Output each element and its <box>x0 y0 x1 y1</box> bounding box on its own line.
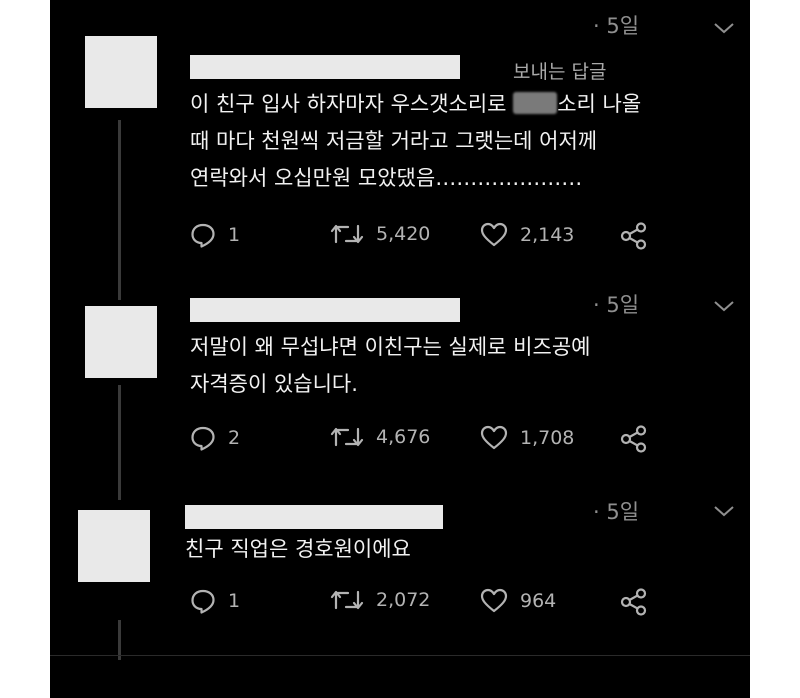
share-button[interactable] <box>620 588 660 616</box>
share-icon <box>620 425 647 453</box>
avatar[interactable] <box>85 306 157 378</box>
avatar[interactable] <box>85 36 157 108</box>
tweet-text-line: 이 친구 입사 하자마자 우스갯소리로 <box>190 92 514 116</box>
retweet-icon <box>330 590 364 610</box>
reply-button[interactable]: 1 <box>190 222 240 248</box>
tweet-actions: 1 2,072 964 <box>190 588 710 618</box>
reply-icon <box>191 223 215 248</box>
reply-button[interactable]: 1 <box>190 588 240 614</box>
retweet-icon <box>330 224 364 244</box>
tweet-timestamp[interactable]: · 5일 <box>593 10 639 40</box>
retweet-icon <box>330 427 364 447</box>
thread-line <box>118 120 121 300</box>
redacted-username[interactable] <box>190 298 460 322</box>
share-button[interactable] <box>620 222 660 250</box>
like-button[interactable]: 1,708 <box>480 425 574 451</box>
reply-context-label: 보내는 답글 <box>513 61 607 83</box>
like-button[interactable]: 964 <box>480 588 556 614</box>
tweet-text: 이 친구 입사 하자마자 우스갯소리로 소리 나올 때 마다 천원씩 저금할 거… <box>190 86 641 197</box>
retweet-count: 4,676 <box>376 426 431 448</box>
reply-icon <box>191 589 215 614</box>
reply-count: 1 <box>228 224 241 246</box>
timeline-panel: · 5일 보내는 답글 이 친구 입사 하자마자 우스갯소리로 소리 나올 때 … <box>50 0 750 698</box>
tweet-text-line: 소리 나올 <box>557 92 642 116</box>
like-icon <box>480 425 508 450</box>
tweet-text-line: 저말이 왜 무섭냐면 이친구는 실제로 비즈공예 <box>190 335 591 359</box>
like-button[interactable]: 2,143 <box>480 222 574 248</box>
like-count: 964 <box>520 590 557 612</box>
redacted-username[interactable] <box>185 505 443 529</box>
tweet-actions: 2 4,676 1,708 <box>190 425 710 455</box>
share-icon <box>620 222 647 250</box>
tweet-text-line: 때 마다 천원씩 저금할 거라고 그랫는데 어저께 <box>190 129 598 153</box>
retweet-button[interactable]: 5,420 <box>330 222 430 246</box>
like-icon <box>480 588 508 613</box>
tweet-timestamp[interactable]: · 5일 <box>593 289 639 319</box>
thread-line <box>118 620 121 660</box>
tweet-text-line: 자격증이 있습니다. <box>190 372 358 396</box>
retweet-count: 5,420 <box>376 223 431 245</box>
retweet-button[interactable]: 2,072 <box>330 588 430 612</box>
like-count: 2,143 <box>520 224 575 246</box>
like-count: 1,708 <box>520 427 575 449</box>
tweet-text: 저말이 왜 무섭냐면 이친구는 실제로 비즈공예 자격증이 있습니다. <box>190 329 590 403</box>
reply-count: 1 <box>228 590 241 612</box>
reply-button[interactable]: 2 <box>190 425 240 451</box>
like-icon <box>480 222 508 247</box>
share-icon <box>620 588 647 616</box>
tweet-timestamp[interactable]: · 5일 <box>593 496 639 526</box>
tweet-text-line: 친구 직업은 경호원이에요 <box>185 537 411 561</box>
chevron-down-icon[interactable] <box>713 300 735 312</box>
tweet-actions: 1 5,420 2,143 <box>190 222 710 252</box>
redacted-username[interactable] <box>190 55 460 79</box>
blurred-word <box>513 92 558 114</box>
bottom-divider <box>50 655 750 656</box>
tweet-text-line: 연락와서 오십만원 모았댔음………………… <box>190 166 583 190</box>
chevron-down-icon[interactable] <box>713 505 735 517</box>
tweet-text: 친구 직업은 경호원이에요 <box>185 531 411 568</box>
avatar[interactable] <box>78 510 150 582</box>
thread-line <box>118 385 121 500</box>
retweet-button[interactable]: 4,676 <box>330 425 430 449</box>
reply-icon <box>191 426 215 451</box>
share-button[interactable] <box>620 425 660 453</box>
retweet-count: 2,072 <box>376 589 431 611</box>
chevron-down-icon[interactable] <box>713 22 735 34</box>
reply-count: 2 <box>228 427 241 449</box>
